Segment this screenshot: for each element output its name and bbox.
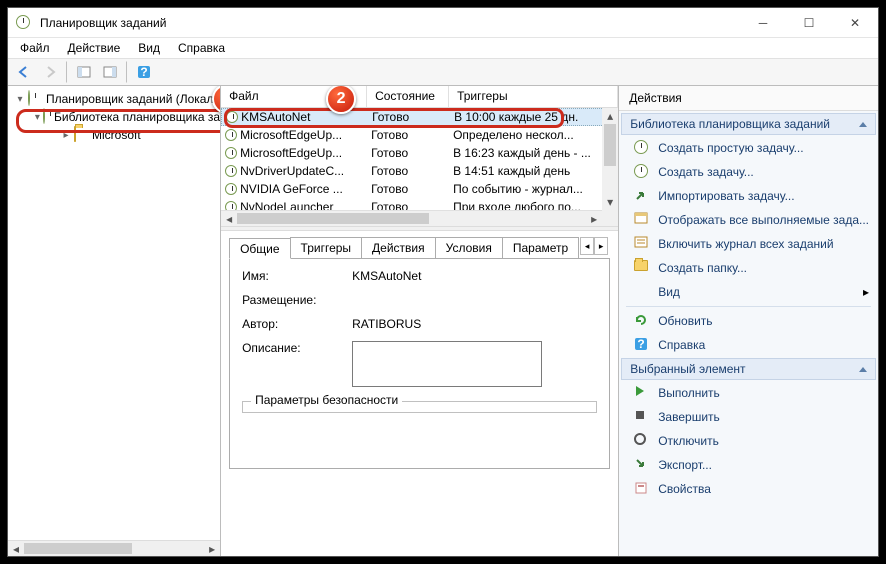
tree-item-library[interactable]: ▾ Библиотека планировщика за: [8, 108, 220, 126]
label-name: Имя:: [242, 269, 352, 283]
forward-button[interactable]: [38, 61, 62, 83]
tree-root[interactable]: ▾ Планировщик заданий (Локал: [8, 90, 220, 108]
task-row[interactable]: KMSAutoNetГотовоВ 10:00 каждые 25 дн.: [221, 108, 618, 126]
action-item[interactable]: Завершить: [620, 405, 877, 429]
collapse-icon[interactable]: [859, 122, 867, 127]
submenu-icon: ▸: [863, 285, 869, 299]
toolbar: ?: [8, 58, 878, 86]
task-row[interactable]: MicrosoftEdgeUp...ГотовоВ 16:23 каждый д…: [221, 144, 618, 162]
collapse-icon[interactable]: ▾: [14, 94, 26, 105]
tab-scroll[interactable]: ◂▸: [578, 237, 610, 258]
view-icon: [634, 284, 650, 300]
app-icon: [16, 15, 32, 31]
action-group-selected[interactable]: Выбранный элемент: [621, 358, 876, 380]
security-label: Параметры безопасности: [251, 393, 402, 407]
action-item[interactable]: Включить журнал всех заданий: [620, 232, 877, 256]
properties-icon: [634, 481, 650, 497]
label-location: Размещение:: [242, 293, 352, 307]
action-item[interactable]: Выполнить: [620, 381, 877, 405]
tab-actions[interactable]: Действия: [361, 237, 436, 258]
collapse-icon[interactable]: [859, 367, 867, 372]
scroll-right-icon[interactable]: ▸: [204, 541, 220, 556]
window-title: Планировщик заданий: [40, 16, 740, 30]
disable-icon: [634, 433, 650, 449]
value-author: RATIBORUS: [352, 317, 597, 331]
scroll-left-icon[interactable]: ◂: [8, 541, 24, 556]
tab-strip: Общие Триггеры Действия Условия Параметр…: [229, 237, 610, 259]
scroll-left-icon[interactable]: ◂: [221, 211, 237, 226]
tree-item-microsoft[interactable]: ▸ Microsoft: [8, 126, 220, 144]
col-state[interactable]: Состояние: [367, 86, 449, 107]
minimize-button[interactable]: ─: [740, 8, 786, 38]
help-button[interactable]: ?: [132, 61, 156, 83]
task-row[interactable]: NVIDIA GeForce ...ГотовоПо событию - жур…: [221, 180, 618, 198]
task-scheduler-window: Планировщик заданий ─ ☐ ✕ Файл Действие …: [7, 7, 879, 557]
task-row[interactable]: MicrosoftEdgeUp...ГотовоОпределено неско…: [221, 126, 618, 144]
toolbar-btn-1[interactable]: [72, 61, 96, 83]
tasklist-v-scrollbar[interactable]: ▴ ▾: [602, 108, 618, 210]
tab-params[interactable]: Параметр: [502, 237, 579, 258]
column-headers[interactable]: Файл Состояние Триггеры: [221, 86, 618, 108]
tab-conditions[interactable]: Условия: [435, 237, 503, 258]
action-item[interactable]: Импортировать задачу...: [620, 184, 877, 208]
label-description: Описание:: [242, 341, 352, 355]
stop-icon: [634, 409, 650, 425]
col-triggers[interactable]: Триггеры: [449, 86, 618, 107]
task-row[interactable]: NvDriverUpdateC...ГотовоВ 14:51 каждый д…: [221, 162, 618, 180]
clock-icon: [634, 164, 650, 180]
folder-icon: [634, 260, 650, 276]
action-item[interactable]: Отображать все выполняемые зада...: [620, 208, 877, 232]
arrow-icon: [634, 188, 650, 204]
action-help[interactable]: ? Справка: [620, 333, 877, 357]
security-groupbox: Параметры безопасности: [242, 401, 597, 413]
menu-help[interactable]: Справка: [170, 39, 233, 57]
action-item[interactable]: Создать задачу...: [620, 160, 877, 184]
tasklist-h-scrollbar[interactable]: ◂ ▸: [221, 210, 602, 226]
scroll-up-icon[interactable]: ▴: [602, 108, 618, 124]
svg-text:?: ?: [140, 65, 147, 79]
expand-icon[interactable]: ▸: [60, 130, 72, 141]
description-textbox[interactable]: [352, 341, 542, 387]
action-item[interactable]: Отключить: [620, 429, 877, 453]
menu-file[interactable]: Файл: [12, 39, 58, 57]
log-icon: [634, 236, 650, 252]
tab-triggers[interactable]: Триггеры: [290, 237, 363, 258]
toolbar-btn-2[interactable]: [98, 61, 122, 83]
menu-bar: Файл Действие Вид Справка: [8, 38, 878, 58]
tree-view[interactable]: ▾ Планировщик заданий (Локал ▾ Библиотек…: [8, 86, 221, 556]
scroll-right-icon[interactable]: ▸: [586, 211, 602, 226]
scroll-down-icon[interactable]: ▾: [602, 194, 618, 210]
clock-icon: [634, 140, 650, 156]
svg-text:?: ?: [638, 337, 645, 351]
details-pane: Общие Триггеры Действия Условия Параметр…: [221, 231, 618, 556]
action-item[interactable]: Экспорт...: [620, 453, 877, 477]
menu-action[interactable]: Действие: [60, 39, 129, 57]
actions-pane: Действия Библиотека планировщика заданий…: [619, 86, 878, 556]
value-name: KMSAutoNet: [352, 269, 597, 283]
help-icon: ?: [634, 337, 650, 353]
action-item[interactable]: Создать папку...: [620, 256, 877, 280]
action-refresh[interactable]: Обновить: [620, 309, 877, 333]
action-view[interactable]: Вид ▸: [620, 280, 877, 304]
export-icon: [634, 457, 650, 473]
play-icon: [634, 385, 650, 401]
label-author: Автор:: [242, 317, 352, 331]
tab-general[interactable]: Общие: [229, 238, 290, 259]
tree-h-scrollbar[interactable]: ◂ ▸: [8, 540, 220, 556]
menu-view[interactable]: Вид: [130, 39, 168, 57]
action-item[interactable]: Создать простую задачу...: [620, 136, 877, 160]
actions-header: Действия: [619, 86, 878, 111]
back-button[interactable]: [12, 61, 36, 83]
collapse-icon[interactable]: ▾: [34, 112, 41, 123]
close-button[interactable]: ✕: [832, 8, 878, 38]
window-icon: [634, 212, 650, 228]
task-list[interactable]: Файл Состояние Триггеры KMSAutoNetГотово…: [221, 86, 618, 226]
title-bar: Планировщик заданий ─ ☐ ✕: [8, 8, 878, 38]
action-group-library[interactable]: Библиотека планировщика заданий: [621, 113, 876, 135]
action-properties[interactable]: Свойства: [620, 477, 877, 501]
maximize-button[interactable]: ☐: [786, 8, 832, 38]
refresh-icon: [634, 313, 650, 329]
